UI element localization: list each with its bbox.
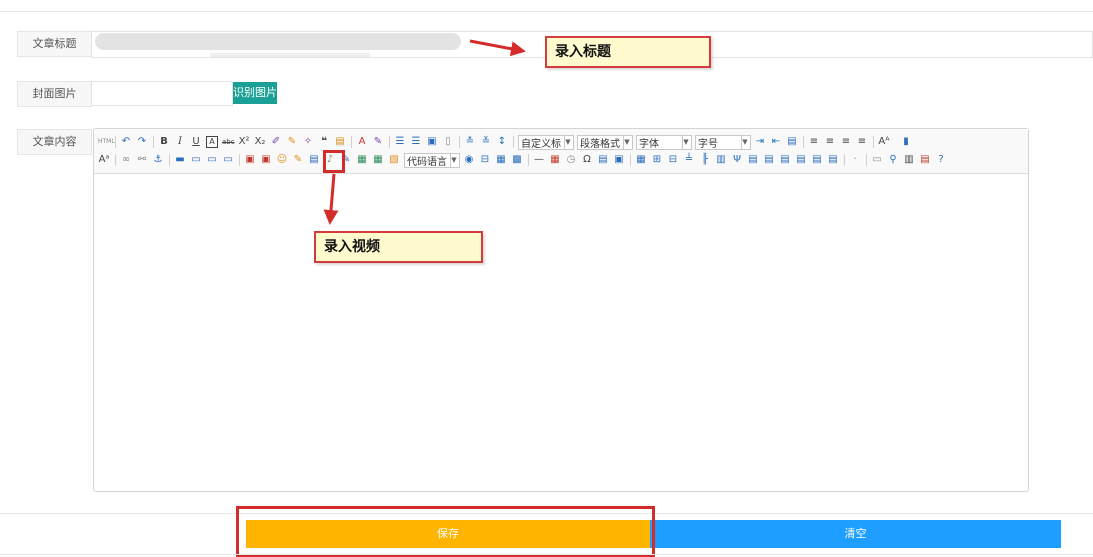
annotation-arrows: [323, 39, 526, 225]
title-arrow: [469, 39, 526, 57]
clear-button[interactable]: 清空: [650, 520, 1061, 548]
save-button-highlight: [236, 506, 655, 557]
bottom-divider-2: [0, 554, 1093, 555]
video-arrow: [323, 173, 339, 225]
